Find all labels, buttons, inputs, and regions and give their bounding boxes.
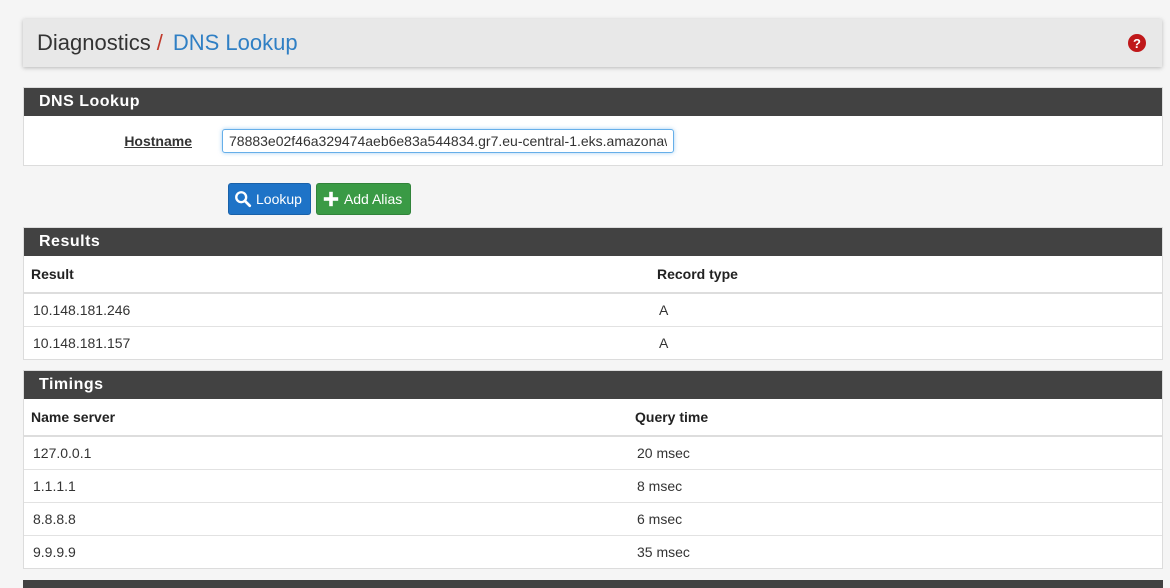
query-time-value: 8 msec (628, 469, 1162, 503)
table-row: 10.148.181.157 A (24, 326, 1162, 359)
lookup-button[interactable]: Lookup (228, 183, 311, 215)
table-row: 10.148.181.246 A (24, 293, 1162, 327)
table-row: 8.8.8.8 6 msec (24, 502, 1162, 536)
add-alias-button[interactable]: Add Alias (315, 183, 412, 215)
breadcrumb: Diagnostics / DNS Lookup ? (23, 19, 1162, 67)
next-panel-heading (23, 580, 1163, 588)
name-server-value: 9.9.9.9 (33, 543, 76, 560)
timings-col-query-time: Query time (628, 399, 1162, 437)
breadcrumb-parent[interactable]: Diagnostics (37, 30, 151, 56)
dns-lookup-panel: DNS Lookup Hostname (23, 87, 1163, 166)
record-type-value: A (659, 334, 669, 351)
name-server-value: 127.0.0.1 (24, 436, 628, 470)
record-type-value: A (650, 293, 1162, 327)
table-row: 9.9.9.9 35 msec (24, 535, 1162, 568)
name-server-value: 1.1.1.1 (24, 469, 628, 503)
query-time-value: 20 msec (628, 436, 1162, 470)
name-server-value: 8.8.8.8 (24, 502, 628, 536)
question-circle-icon[interactable]: ? (1128, 34, 1146, 52)
query-time-value: 6 msec (628, 502, 1162, 536)
breadcrumb-current[interactable]: DNS Lookup (173, 30, 298, 56)
timings-col-name-server: Name server (24, 399, 628, 437)
table-row: 1.1.1.1 8 msec (24, 469, 1162, 503)
results-col-result: Result (24, 256, 650, 294)
panel-title: DNS Lookup (24, 88, 1162, 116)
search-icon (235, 191, 252, 208)
hostname-row: Hostname (24, 116, 1162, 165)
query-time-value: 35 msec (637, 543, 690, 560)
action-buttons: Lookup Add Alias (228, 183, 412, 215)
results-col-record-type: Record type (650, 256, 1162, 294)
results-title: Results (24, 228, 1162, 256)
hostname-label: Hostname (124, 132, 192, 149)
add-alias-button-label: Add Alias (343, 191, 403, 207)
breadcrumb-separator: / (156, 30, 163, 55)
timings-table: Name server Query time 127.0.0.1 20 msec… (24, 399, 1162, 568)
results-panel: Results Result Record type 10.148.181.24… (23, 227, 1163, 360)
hostname-input[interactable] (222, 128, 674, 153)
table-row: 127.0.0.1 20 msec (24, 436, 1162, 470)
plus-icon (323, 191, 339, 207)
results-table: Result Record type 10.148.181.246 A 10.1… (24, 256, 1162, 359)
result-value: 10.148.181.246 (24, 293, 650, 327)
lookup-button-label: Lookup (256, 191, 302, 207)
timings-panel: Timings Name server Query time 127.0.0.1… (23, 370, 1163, 569)
timings-title: Timings (24, 371, 1162, 399)
result-value: 10.148.181.157 (33, 334, 131, 351)
